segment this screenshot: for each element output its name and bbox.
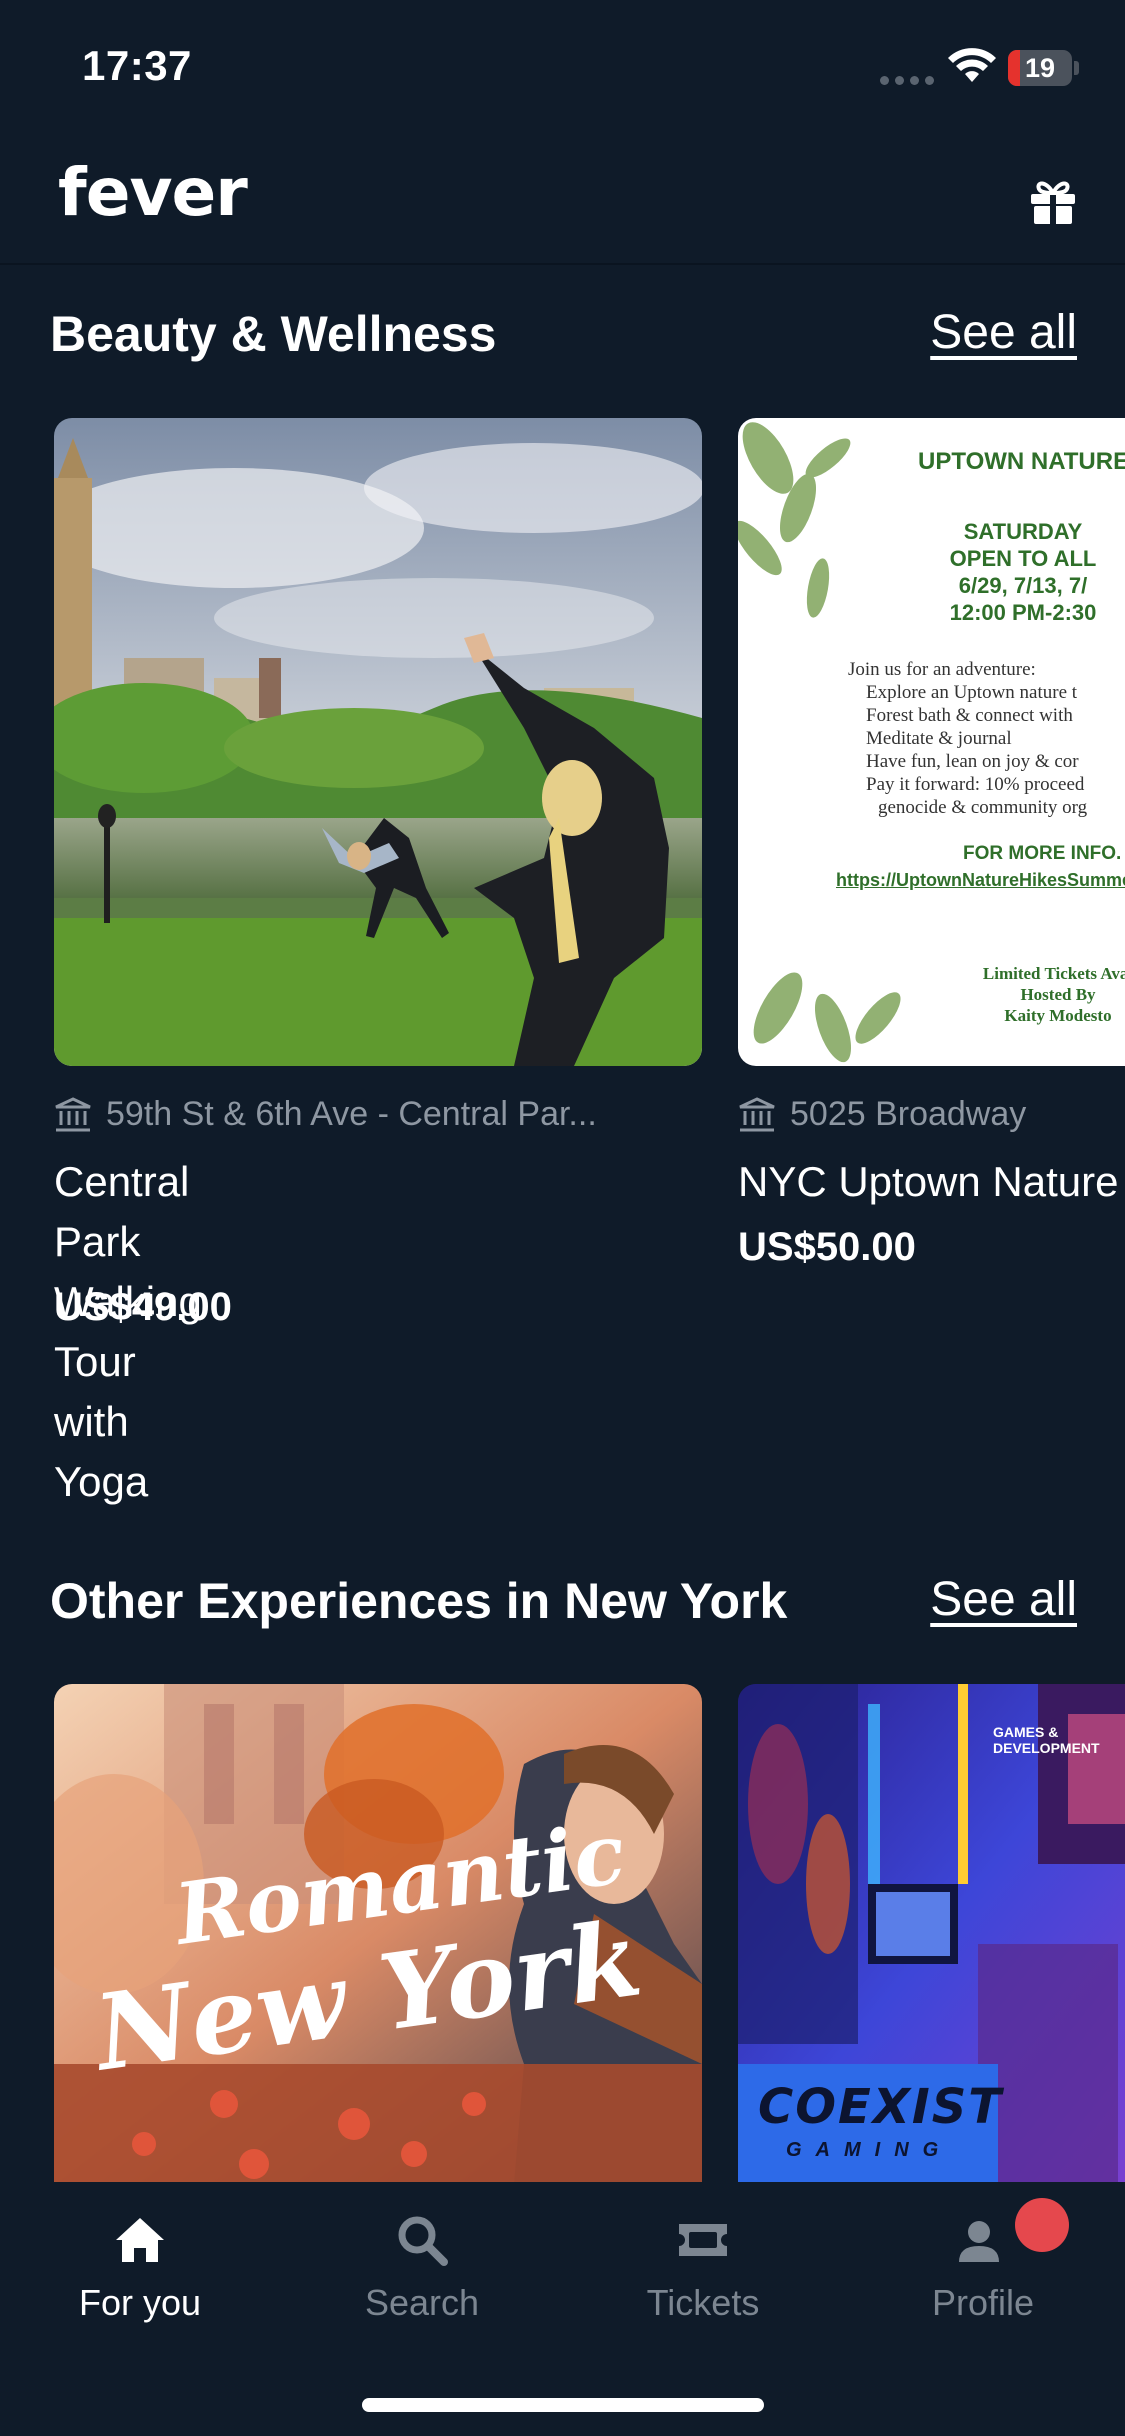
poster-line: genocide & community org (878, 797, 1088, 818)
poster-line: Have fun, lean on joy & cor (866, 751, 1079, 772)
battery-icon: 19 (1008, 50, 1079, 86)
event-image-romantic-new-york[interactable]: Romantic New York (54, 1684, 702, 2184)
poster-line: SATURDAY (963, 519, 1083, 544)
event-image-uptown-nature[interactable]: UPTOWN NATURE SATURDAY OPEN TO ALL 6/29,… (738, 418, 1125, 1066)
poster-line: Meditate & journal (866, 728, 1012, 749)
event-venue: 5025 Broadway (790, 1095, 1027, 1133)
event-image-central-park-yoga[interactable] (54, 418, 702, 1066)
poster-line: Forest bath & connect with (866, 705, 1073, 726)
home-indicator (362, 2398, 764, 2412)
event-venue: 59th St & 6th Ave - Central Par... (106, 1095, 597, 1133)
status-bar: 17:37 19 (0, 0, 1125, 140)
tab-tickets[interactable]: Tickets (593, 2212, 813, 2324)
tab-label: Tickets (646, 2282, 760, 2323)
poster-line: 12:00 PM-2:30 (949, 600, 1097, 625)
home-icon (116, 2218, 164, 2262)
cellular-signal-icon (880, 76, 934, 85)
poster-line: Hosted By (1020, 985, 1096, 1004)
event-price: US$50.00 (738, 1225, 916, 1269)
poster-heading: UPTOWN NATURE (918, 448, 1125, 475)
tab-label: For you (78, 2282, 202, 2323)
coexist-brand: COEXIST (758, 2079, 1003, 2135)
poster-description: Join us for an adventure: Explore an Upt… (848, 658, 1087, 819)
see-all-beauty-wellness-link[interactable]: See all (930, 305, 1077, 360)
gaming-sign: GAMES & DEVELOPMENT (993, 1724, 1100, 1756)
poster-schedule: SATURDAY OPEN TO ALL 6/29, 7/13, 7/ 12:0… (908, 518, 1125, 626)
event-title-line: Central Park Walking Tour (54, 1158, 202, 1385)
section-title-beauty-wellness: Beauty & Wellness (50, 306, 497, 362)
search-icon (398, 2216, 448, 2266)
fever-logo[interactable]: fever (58, 154, 248, 231)
poster-line: 6/29, 7/13, 7/ (958, 573, 1088, 598)
venue-icon (739, 1096, 775, 1131)
coexist-brand-sub: GAMING (786, 2139, 953, 2161)
ticket-icon (679, 2224, 727, 2256)
battery-level-text: 19 (1024, 53, 1056, 83)
event-title[interactable]: Central Park Walking Tour with Yoga (54, 1152, 202, 1512)
status-time: 17:37 (82, 42, 192, 89)
see-all-other-experiences-link[interactable]: See all (930, 1572, 1077, 1627)
tab-label: Search (364, 2282, 480, 2323)
poster-footer: Limited Tickets Avai Hosted By Kaity Mod… (958, 963, 1125, 1026)
gift-icon[interactable] (1028, 176, 1078, 226)
venue-icon (55, 1096, 91, 1131)
poster-line: Limited Tickets Avai (982, 964, 1125, 983)
event-price: US$49.00 (54, 1285, 232, 1329)
event-title[interactable]: NYC Uptown Nature (738, 1152, 1118, 1212)
poster-line: OPEN TO ALL (949, 546, 1097, 571)
poster-line: Pay it forward: 10% proceed (866, 774, 1085, 795)
poster-link: https://UptownNatureHikesSummer2 (836, 870, 1125, 890)
notification-badge (1015, 2198, 1069, 2252)
poster-line: Explore an Uptown nature t (866, 682, 1078, 703)
tab-label: Profile (931, 2282, 1035, 2323)
event-title-line: with Yoga (54, 1398, 149, 1505)
poster-line: Kaity Modesto (1004, 1006, 1112, 1025)
tab-for-you[interactable]: For you (30, 2212, 250, 2324)
tab-search[interactable]: Search (312, 2212, 532, 2324)
poster-line: Join us for an adventure: (848, 659, 1036, 680)
event-image-coexist-gaming[interactable]: GAMES & DEVELOPMENT COEXIST GAMING (738, 1684, 1125, 2184)
wifi-icon (948, 48, 996, 82)
section-title-other-experiences: Other Experiences in New York (50, 1573, 788, 1629)
profile-icon (959, 2221, 999, 2262)
app-header: fever (0, 140, 1125, 265)
poster-more-info: FOR MORE INFO. V (963, 843, 1125, 864)
